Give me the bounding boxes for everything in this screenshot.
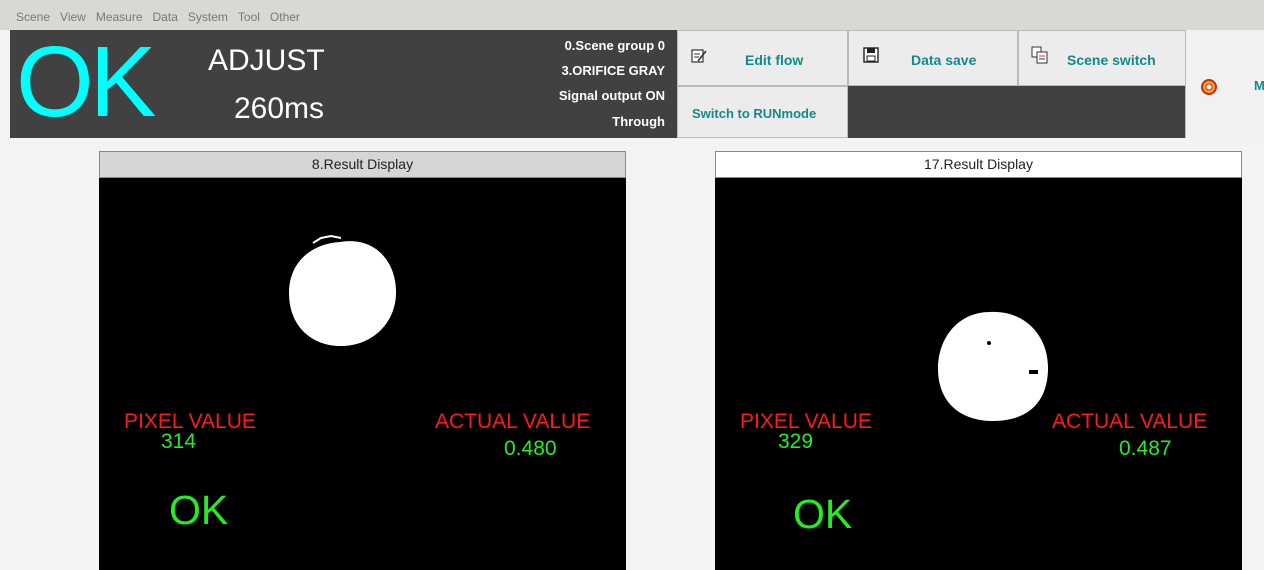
- floppy-disk-icon: [863, 47, 879, 68]
- menu-bar: Scene View Measure Data System Tool Othe…: [0, 0, 1264, 30]
- scene-switch-button[interactable]: Scene switch: [1018, 30, 1186, 86]
- actual-value-label: ACTUAL VALUE: [435, 410, 591, 433]
- through-label: Through: [612, 114, 665, 129]
- actual-value: 0.480: [504, 437, 557, 460]
- panel-title: 17.Result Display: [715, 151, 1242, 178]
- panel-judgement: OK: [793, 491, 853, 537]
- toolbar-empty-area: [848, 86, 1186, 138]
- menu-data[interactable]: Data: [153, 10, 178, 24]
- image-canvas[interactable]: PIXEL VALUE 314 ACTUAL VALUE 0.480 OK: [99, 178, 626, 570]
- menu-other[interactable]: Other: [270, 10, 300, 24]
- truncated-button-label: M: [1254, 78, 1264, 93]
- processing-time: 260ms: [234, 92, 325, 125]
- edit-icon: [690, 47, 708, 70]
- panel-judgement: OK: [169, 487, 229, 533]
- result-display-panel-17: 17.Result Display PIXEL VALUE 329 ACTUAL…: [715, 151, 1242, 570]
- scene-label: 3.ORIFICE GRAY: [561, 63, 665, 78]
- gear-target-icon: [1200, 78, 1218, 101]
- image-canvas[interactable]: PIXEL VALUE 329 ACTUAL VALUE 0.487 OK: [715, 178, 1242, 570]
- signal-output-label: Signal output ON: [558, 88, 665, 103]
- pixel-value: 314: [161, 430, 197, 453]
- panel-title: 8.Result Display: [99, 151, 626, 178]
- result-display-panel-8: 8.Result Display PIXEL VALUE 314 ACTUAL …: [99, 151, 626, 570]
- edit-flow-button[interactable]: Edit flow: [677, 30, 848, 86]
- scene-group-label: 0.Scene group 0: [564, 38, 665, 53]
- scene-switch-icon: [1031, 46, 1049, 69]
- mode-label: ADJUST: [208, 44, 325, 77]
- scene-info: 0.Scene group 0 3.ORIFICE GRAY Signal ou…: [465, 30, 665, 138]
- switch-to-run-mode-button[interactable]: Switch to RUNmode: [677, 86, 848, 138]
- pixel-value: 329: [778, 430, 814, 453]
- menu-tool[interactable]: Tool: [238, 10, 260, 24]
- edit-flow-label: Edit flow: [745, 52, 804, 68]
- data-save-label: Data save: [911, 52, 977, 68]
- scene-switch-label: Scene switch: [1067, 52, 1156, 68]
- overall-judgement: OK: [16, 26, 156, 138]
- menu-system[interactable]: System: [188, 10, 228, 24]
- data-save-button[interactable]: Data save: [848, 30, 1018, 86]
- switch-to-run-mode-label: Switch to RUNmode: [692, 106, 817, 121]
- actual-value-label: ACTUAL VALUE: [1052, 410, 1208, 433]
- right-toolbar-panel[interactable]: M: [1185, 30, 1264, 138]
- actual-value: 0.487: [1119, 437, 1172, 460]
